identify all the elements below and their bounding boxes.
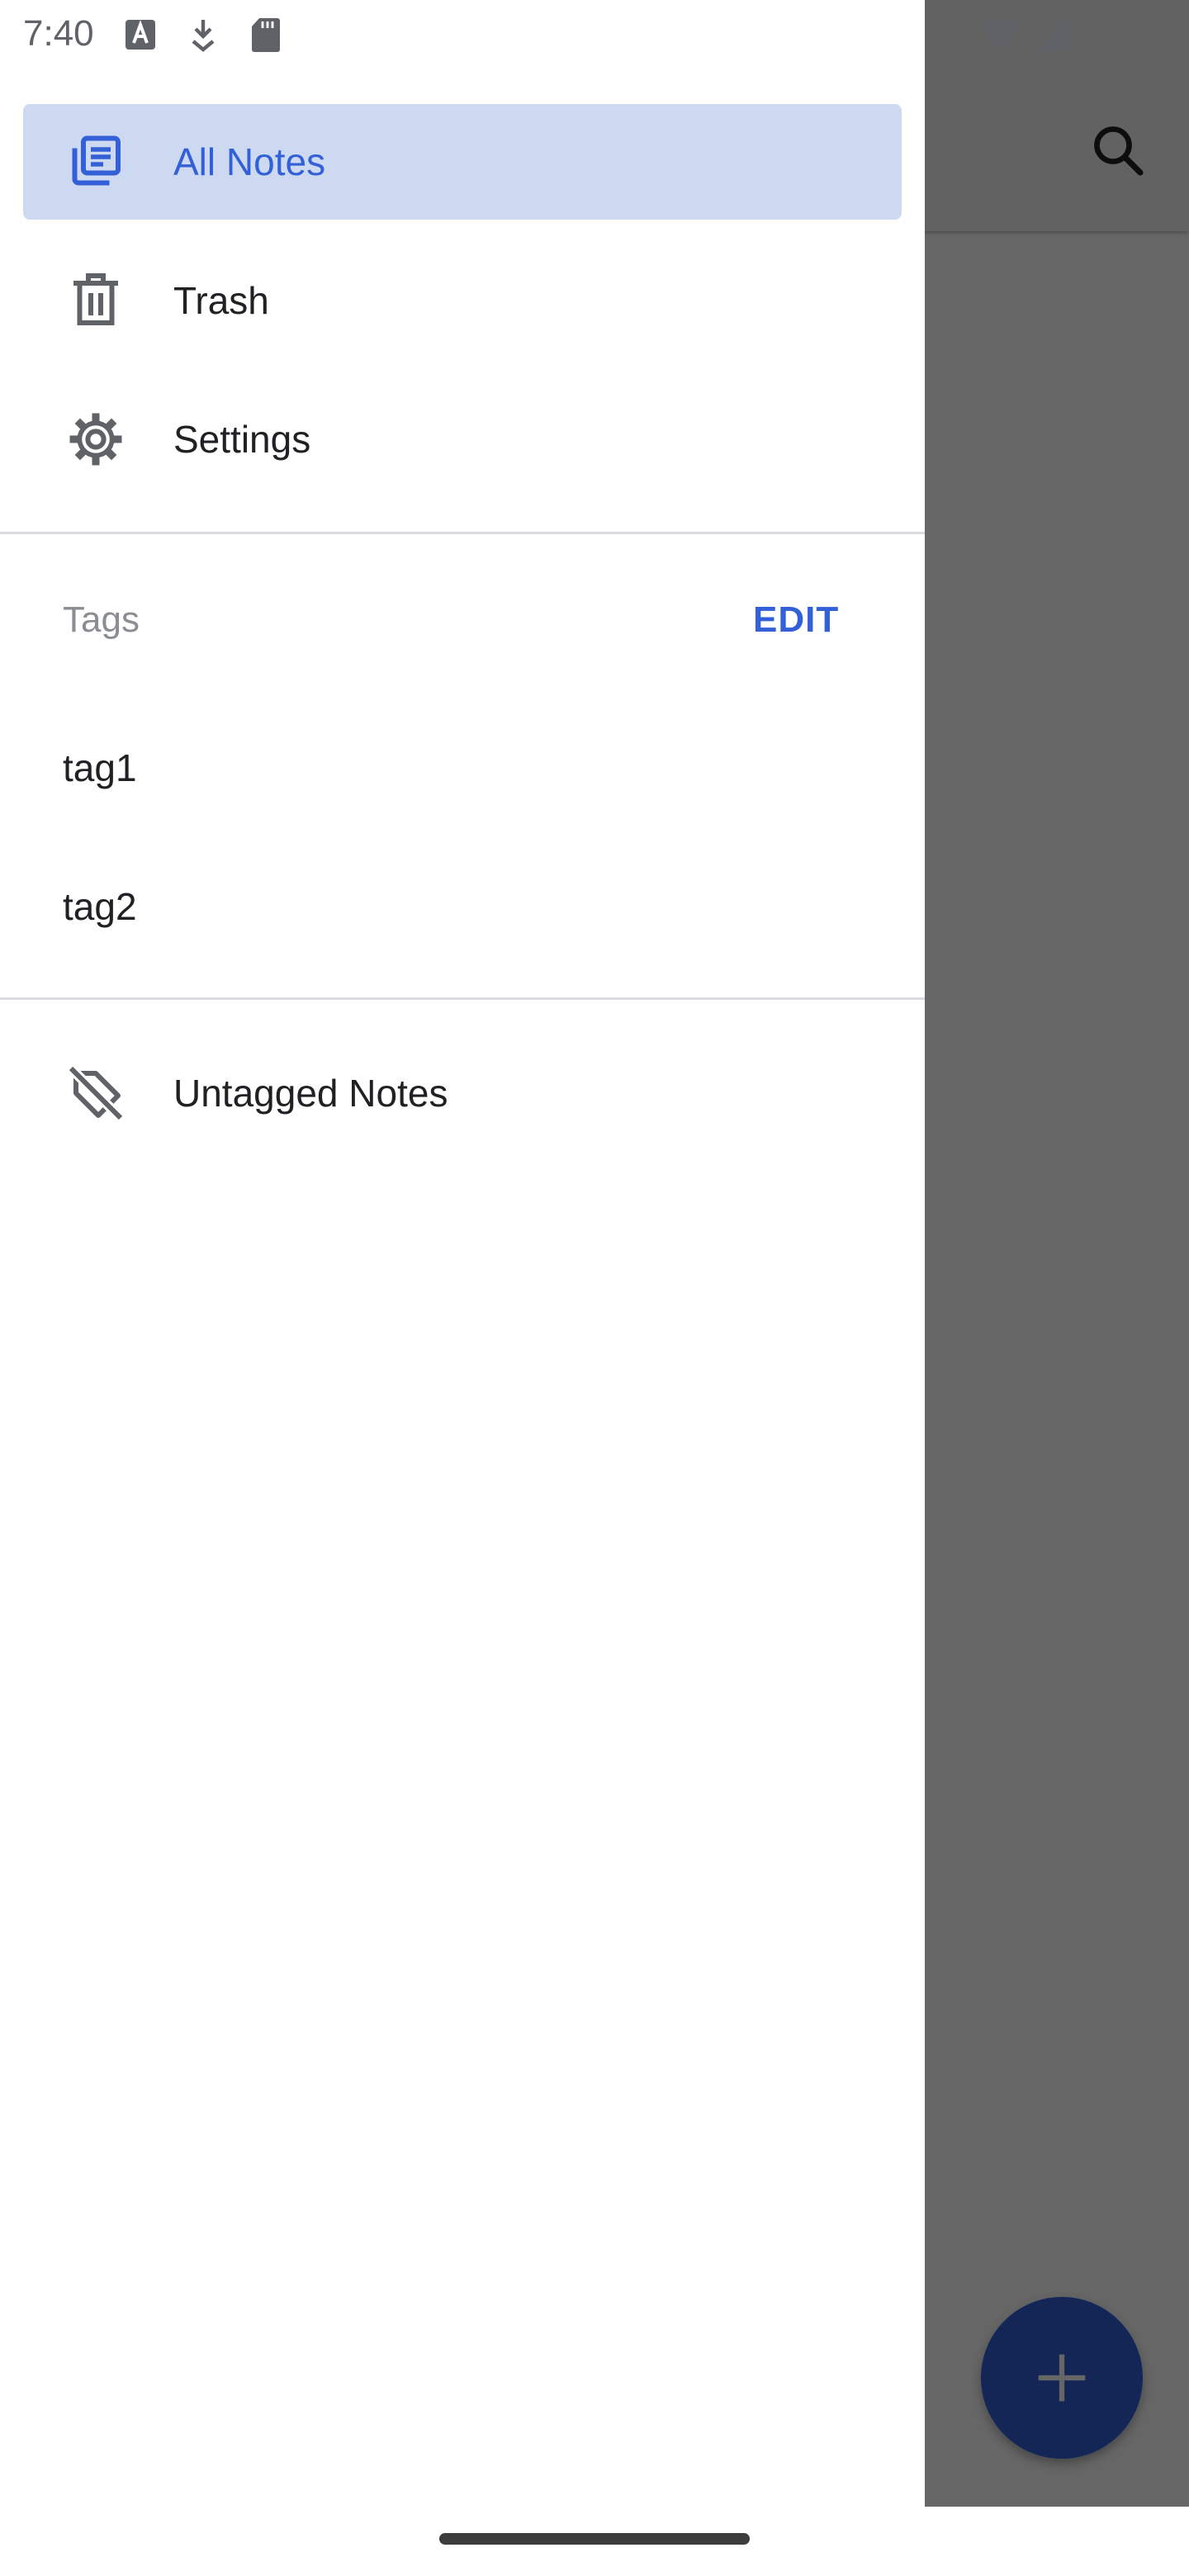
gear-icon	[69, 413, 122, 466]
tag-item-tag2[interactable]: tag2	[0, 849, 925, 964]
tag-label: tag2	[63, 885, 137, 928]
status-time: 7:40	[23, 13, 94, 54]
notes-stack-icon	[72, 135, 121, 186]
home-indicator[interactable]	[439, 2533, 750, 2545]
tag-item-tag1[interactable]: tag1	[0, 710, 925, 826]
nav-item-label: Trash	[173, 279, 269, 322]
drawer-divider	[0, 997, 925, 1000]
edit-tags-button[interactable]: EDIT	[753, 599, 839, 641]
nav-item-label: Settings	[173, 418, 311, 461]
nav-item-settings[interactable]: Settings	[23, 381, 902, 497]
navigation-drawer: All Notes Trash Settings Tags EDIT tag1 …	[0, 0, 925, 2507]
tag-label: tag1	[63, 746, 137, 789]
download-icon	[192, 20, 215, 52]
signal-icon	[1035, 18, 1068, 51]
tags-header: Tags	[63, 599, 140, 640]
nav-item-untagged-notes[interactable]: Untagged Notes	[23, 1035, 902, 1151]
status-bar: 7:40	[0, 0, 1189, 69]
add-icon	[1038, 2354, 1086, 2402]
trash-icon	[73, 273, 118, 325]
nav-item-label: All Notes	[173, 140, 326, 183]
nav-item-all-notes[interactable]: All Notes	[23, 104, 902, 220]
wifi-icon	[979, 18, 1022, 51]
nav-item-trash[interactable]: Trash	[23, 243, 902, 358]
tag-off-icon	[67, 1064, 125, 1122]
a-font-icon	[126, 20, 155, 50]
sd-card-icon	[252, 18, 280, 52]
drawer-divider	[0, 532, 925, 534]
nav-item-label: Untagged Notes	[173, 1072, 448, 1115]
new-note-button[interactable]	[981, 2297, 1143, 2459]
